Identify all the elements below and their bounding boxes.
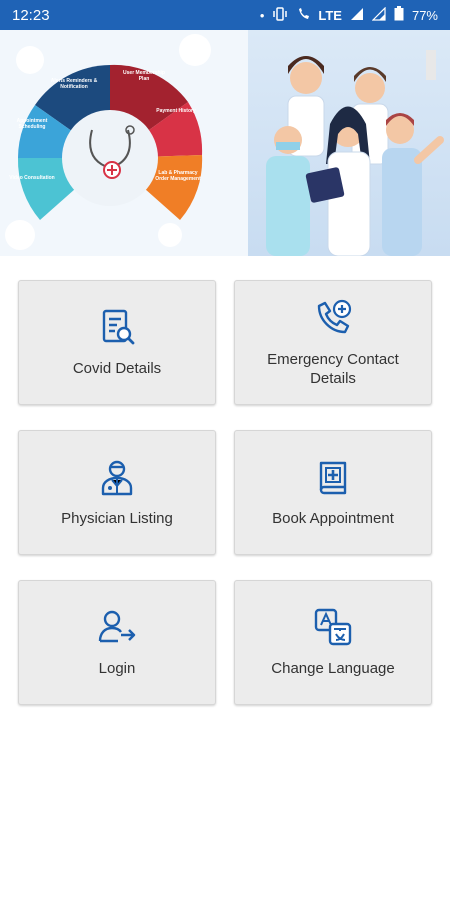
user-login-icon: [98, 610, 136, 643]
physician-listing-label: Physician Listing: [61, 510, 173, 527]
dot-icon: •: [259, 7, 265, 23]
wheel-segment-lab: Lab & Pharmacy Order Management: [155, 170, 201, 182]
vibrate-icon: [272, 6, 288, 24]
status-time: 12:23: [12, 6, 50, 24]
phone-plus-icon: [317, 299, 352, 333]
change-language-label: Change Language: [271, 660, 395, 677]
signal-icon: [350, 7, 364, 24]
status-bar: 12:23 • LTE 77%: [0, 0, 450, 30]
wheel-segment-appointment: Appointment Scheduling: [16, 118, 48, 130]
wheel-segment-membership: User Membership Plan: [123, 70, 165, 82]
doctor-icon: [101, 460, 133, 496]
banner-illustration: Alerts Reminders & Notification User Mem…: [0, 30, 450, 256]
login-button[interactable]: Login: [18, 580, 216, 705]
book-appointment-button[interactable]: Book Appointment: [234, 430, 432, 555]
login-label: Login: [98, 660, 136, 677]
menu-grid: Covid Details Emergency Contact Details …: [18, 280, 432, 705]
emergency-contact-details-button[interactable]: Emergency Contact Details: [234, 280, 432, 405]
wheel-segment-alerts: Alerts Reminders & Notification: [50, 78, 98, 90]
wheel-segment-video: Video Consultation: [9, 175, 55, 181]
covid-details-button[interactable]: Covid Details: [18, 280, 216, 405]
doctors-illustration: [248, 30, 450, 256]
emergency-contact-details-label: Emergency Contact Details: [267, 350, 399, 387]
battery-icon: [394, 6, 404, 24]
wifi-call-icon: [296, 7, 310, 24]
book-appointment-label: Book Appointment: [272, 510, 394, 527]
document-search-icon: [102, 309, 135, 345]
status-icons: • LTE 77%: [260, 6, 438, 24]
battery-percentage: 77%: [411, 7, 438, 23]
signal-2-icon: [371, 6, 386, 24]
change-language-button[interactable]: Change Language: [234, 580, 432, 705]
network-type: LTE: [318, 7, 342, 23]
covid-details-label: Covid Details: [72, 360, 162, 377]
translate-icon: [314, 608, 352, 646]
medical-book-icon: [319, 461, 347, 495]
services-wheel: Alerts Reminders & Notification User Mem…: [0, 30, 248, 256]
wheel-segment-payment: Payment History: [156, 108, 196, 114]
physician-listing-button[interactable]: Physician Listing: [18, 430, 216, 555]
